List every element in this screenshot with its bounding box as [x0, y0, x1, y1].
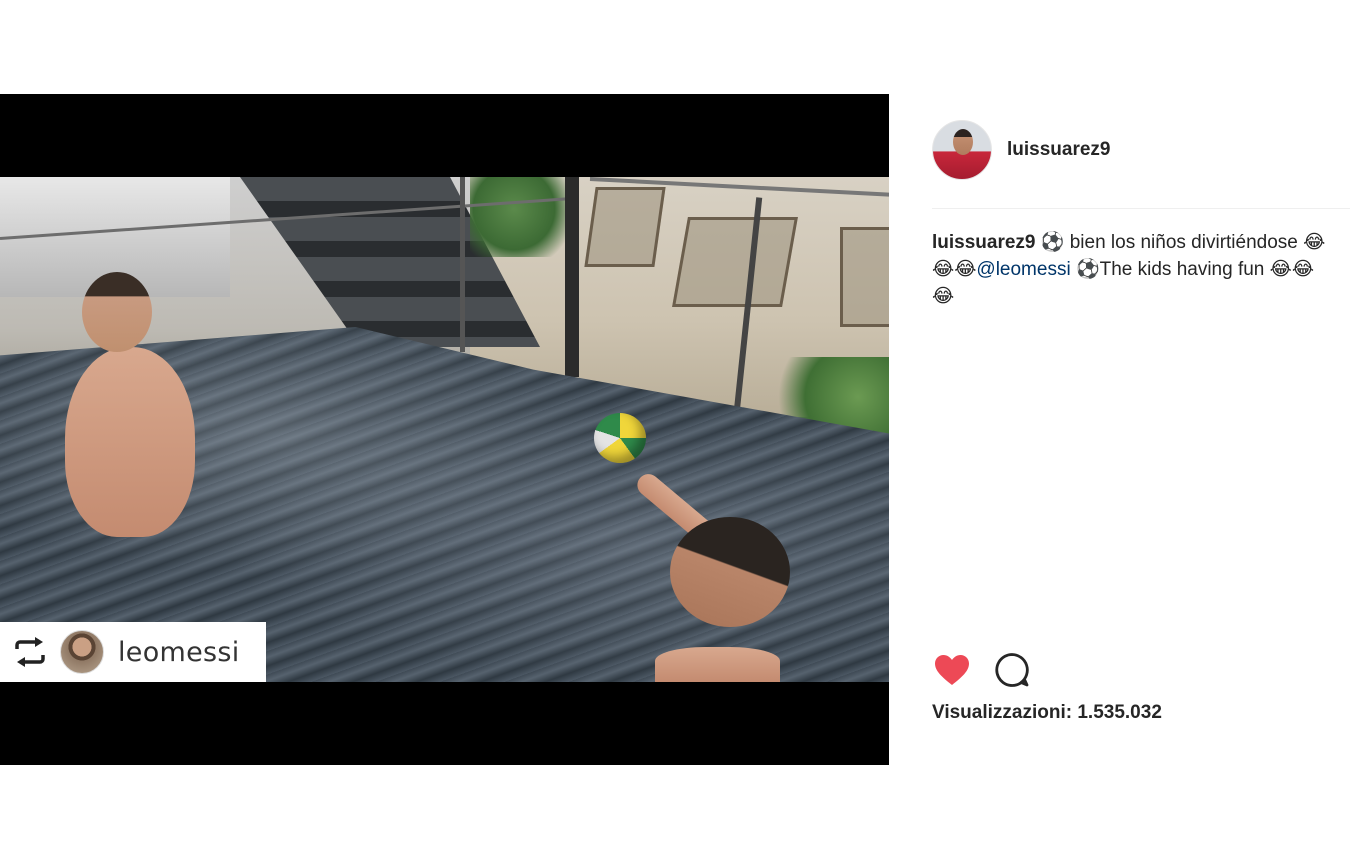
- comment-button[interactable]: [992, 650, 1032, 690]
- caption-username[interactable]: luissuarez9: [932, 232, 1036, 253]
- post-actions: [932, 650, 1052, 690]
- repost-icon: [12, 636, 48, 668]
- header-divider: [932, 208, 1350, 209]
- sun-lounger: [584, 187, 666, 267]
- repost-badge[interactable]: leomessi: [0, 622, 266, 682]
- caption-mention[interactable]: @leomessi: [976, 259, 1070, 280]
- person-right-shoulders: [655, 647, 780, 682]
- profile-photo-icon[interactable]: [932, 120, 992, 180]
- post-media[interactable]: leomessi: [0, 94, 889, 765]
- repost-avatar: [60, 630, 104, 674]
- view-count: Visualizzazioni: 1.535.032: [932, 702, 1162, 724]
- post-sidebar: luissuarez9 luissuarez9 ⚽ bien los niños…: [889, 94, 1350, 765]
- sun-lounger: [672, 217, 798, 307]
- like-button[interactable]: [932, 650, 972, 690]
- video-frame[interactable]: [0, 177, 889, 682]
- heart-icon: [935, 655, 969, 685]
- views-value: 1.535.032: [1077, 702, 1162, 723]
- post-caption: luissuarez9 ⚽ bien los niños divirtiéndo…: [932, 229, 1332, 310]
- person-left-head: [82, 272, 152, 352]
- person-right-head: [670, 517, 790, 627]
- repost-username: leomessi: [118, 636, 240, 668]
- plants: [470, 177, 580, 257]
- author-username[interactable]: luissuarez9: [1007, 139, 1111, 161]
- post-header: luissuarez9: [932, 120, 1111, 180]
- football: [594, 413, 646, 463]
- comment-icon: [995, 653, 1029, 687]
- views-label: Visualizzazioni:: [932, 702, 1073, 723]
- railing-post: [460, 177, 465, 352]
- railing-post: [565, 177, 579, 377]
- person-left: [65, 347, 195, 537]
- sun-lounger: [840, 227, 889, 327]
